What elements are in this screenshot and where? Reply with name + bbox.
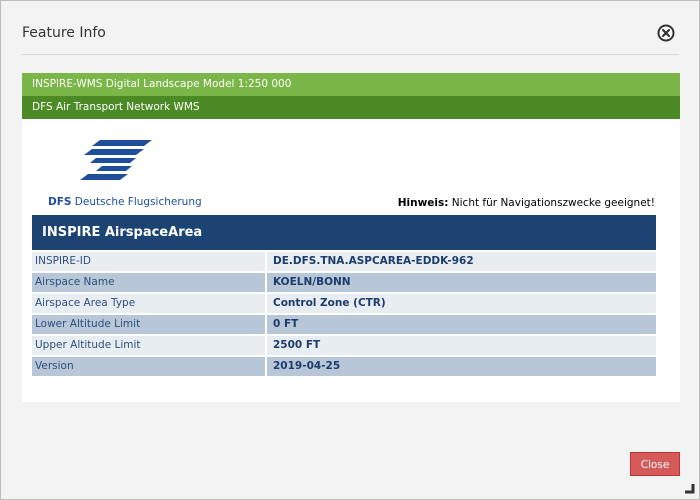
tab-inspire-wms[interactable]: INSPIRE-WMS Digital Landscape Model 1:25… bbox=[22, 73, 680, 96]
logo-abbr: DFS bbox=[48, 196, 72, 208]
row-label: Version bbox=[32, 357, 265, 376]
table-row: Upper Altitude Limit 2500 FT bbox=[32, 336, 656, 355]
navigation-notice: Hinweis: Nicht für Navigationszwecke gee… bbox=[398, 197, 655, 209]
dfs-logo-text: DFS Deutsche Flugsicherung bbox=[48, 196, 202, 208]
row-label: Airspace Name bbox=[32, 273, 265, 292]
row-value: Control Zone (CTR) bbox=[267, 294, 656, 313]
close-button[interactable]: Close bbox=[630, 452, 680, 476]
attribute-table: INSPIRE-ID DE.DFS.TNA.ASPCAREA-EDDK-962 … bbox=[32, 252, 656, 378]
tab-dfs-air-transport[interactable]: DFS Air Transport Network WMS bbox=[22, 96, 680, 119]
row-value: DE.DFS.TNA.ASPCAREA-EDDK-962 bbox=[267, 252, 656, 271]
feature-info-dialog: Feature Info INSPIRE-WMS Digital Landsca… bbox=[0, 0, 700, 500]
table-title: INSPIRE AirspaceArea bbox=[32, 215, 656, 250]
table-row: Lower Altitude Limit 0 FT bbox=[32, 315, 656, 334]
row-value: KOELN/BONN bbox=[267, 273, 656, 292]
logo-name: Deutsche Flugsicherung bbox=[74, 196, 202, 208]
dfs-logo: DFS Deutsche Flugsicherung bbox=[32, 130, 202, 210]
notice-label: Hinweis: bbox=[397, 197, 449, 209]
row-label: Airspace Area Type bbox=[32, 294, 265, 313]
row-label: INSPIRE-ID bbox=[32, 252, 265, 271]
table-row: INSPIRE-ID DE.DFS.TNA.ASPCAREA-EDDK-962 bbox=[32, 252, 656, 271]
table-row: Airspace Area Type Control Zone (CTR) bbox=[32, 294, 656, 313]
notice-text: Nicht für Navigationszwecke geeignet! bbox=[451, 197, 655, 209]
feature-info-content: DFS Deutsche Flugsicherung Hinweis: Nich… bbox=[22, 119, 680, 402]
row-label: Lower Altitude Limit bbox=[32, 315, 265, 334]
close-circle-icon[interactable] bbox=[657, 24, 675, 42]
title-divider bbox=[22, 54, 679, 55]
resize-handle-icon[interactable] bbox=[683, 482, 695, 494]
table-row: Airspace Name KOELN/BONN bbox=[32, 273, 656, 292]
row-value: 2019-04-25 bbox=[267, 357, 656, 376]
row-label: Upper Altitude Limit bbox=[32, 336, 265, 355]
row-value: 0 FT bbox=[267, 315, 656, 334]
row-value: 2500 FT bbox=[267, 336, 656, 355]
table-row: Version 2019-04-25 bbox=[32, 357, 656, 376]
dfs-logo-icon bbox=[80, 140, 152, 180]
dialog-title: Feature Info bbox=[22, 25, 106, 41]
